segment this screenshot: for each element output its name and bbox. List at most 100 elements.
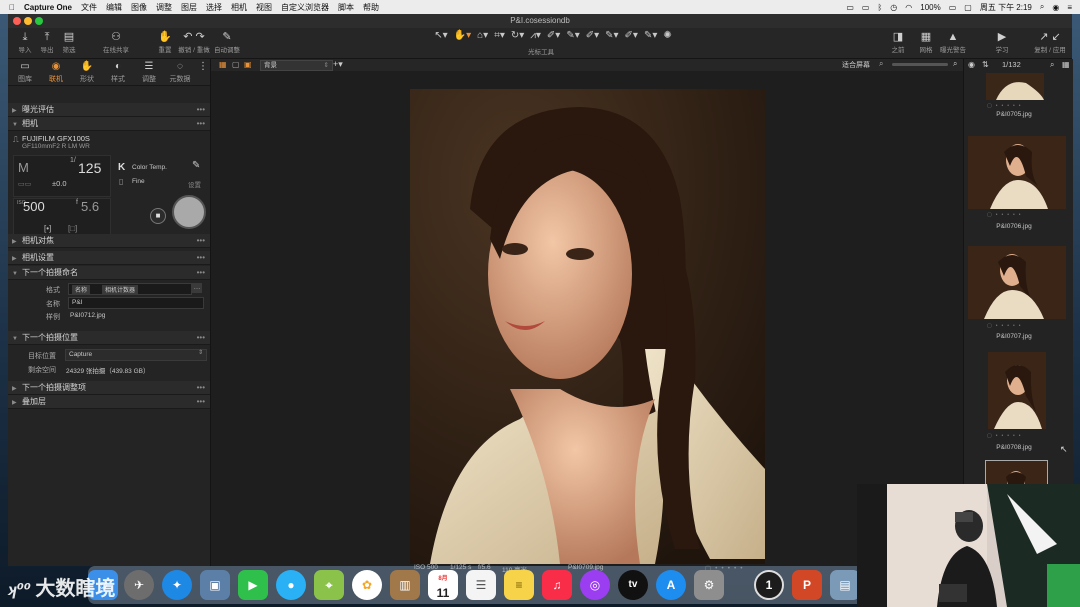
zoom-slider[interactable] [892,63,948,66]
annotate-cursor-icon[interactable]: ✎▾ [644,30,657,44]
thumbnail-rating[interactable]: ▢••••• [987,103,1057,109]
format-token-name[interactable]: 名称 [72,285,91,294]
shutter-value[interactable]: 125 [78,160,101,176]
wifi-icon[interactable]: ◠ [905,3,912,12]
minimize-window-button[interactable] [24,17,32,25]
tab-capture[interactable]: ◉ 联机 [42,61,70,84]
section-camera[interactable]: ▼ 相机 ••• [8,117,210,131]
facetime-icon[interactable]: ▶ [238,570,268,600]
loupe-cursor-icon[interactable]: ⌂▾ [477,30,488,44]
menu-layers[interactable]: 图层 [181,2,197,13]
capture-shutter-button[interactable] [172,195,206,229]
reset-button[interactable]: ✋ 重置 [154,30,176,54]
capture-one-icon[interactable]: 1 [754,570,784,600]
tab-metadata[interactable]: ◌ 元数据 [166,61,194,84]
browser-search-icon[interactable]: ⌕ [1050,60,1054,70]
before-button[interactable]: ◨ 之前 [884,30,912,54]
iso-value[interactable]: 500 [23,199,45,214]
search-icon[interactable]: ⌕ [953,59,957,69]
thumbnail-5-selected[interactable] [985,460,1048,486]
calendar-icon[interactable]: 8月 11 [428,570,458,600]
tab-library[interactable]: ▭ 图库 [11,61,39,84]
section-next-adjust[interactable]: ▶ 下一个拍摄调整项 ••• [8,381,210,395]
brush-cursor-icon[interactable]: ✎▾ [566,30,579,44]
maps-icon[interactable]: ⌖ [314,570,344,600]
eye-icon[interactable]: ◉ [968,60,975,69]
copy-apply-button[interactable]: ↗ ↙ 复制 / 应用 [1032,30,1068,54]
thumbnail-3[interactable] [968,246,1066,319]
menu-adjust[interactable]: 调整 [156,2,172,13]
preview-icon[interactable]: ▣ [200,570,230,600]
app-menu[interactable]: Capture One [24,3,72,12]
section-next-location[interactable]: ▼ 下一个拍摄位置 ••• [8,331,210,345]
menu-camera[interactable]: 相机 [231,2,247,13]
more-icon[interactable]: ••• [197,234,205,247]
picker-cursor-icon[interactable]: ✐▾ [547,30,560,44]
eyedropper-icon[interactable]: ✎ [192,160,200,171]
drive-mode-icon[interactable]: [•] [44,224,51,233]
clock[interactable]: 周五 下午 2:19 [980,2,1032,13]
menu-help[interactable]: 帮助 [363,2,379,13]
heal-cursor-icon[interactable]: ✐▾ [625,30,638,44]
thumbnail-rating[interactable]: ▢••••• [987,323,1057,329]
learn-button[interactable]: ▶ 学习 [988,30,1016,54]
music-icon[interactable]: ♫ [542,570,572,600]
name-field[interactable] [68,297,204,309]
timemachine-icon[interactable]: ◷ [890,3,897,12]
mode-value[interactable]: M [18,160,29,175]
menu-scripts[interactable]: 脚本 [338,2,354,13]
messages-icon[interactable]: ● [276,570,306,600]
video-record-button[interactable]: ■ [150,208,166,224]
section-camera-focus[interactable]: ▶ 相机对焦 ••• [8,234,210,248]
single-view-icon[interactable]: ▢ [232,60,240,69]
more-tabs-icon[interactable]: ⋮ [198,61,208,74]
section-exposure-eval[interactable]: ▶ 曝光评估 ••• [8,103,210,117]
close-window-button[interactable] [13,17,21,25]
view-select[interactable]: 背景 ⇕ [260,60,333,71]
app-store-icon[interactable]: A [656,570,686,600]
battery-icon[interactable]: ▭ [949,3,957,12]
select-cursor-icon[interactable]: ↖▾ [434,30,447,44]
pan-cursor-icon[interactable]: ✋▾ [454,30,471,44]
menu-custom-browser[interactable]: 自定义浏览器 [281,2,329,13]
menu-image[interactable]: 图像 [131,2,147,13]
keystone-cursor-icon[interactable]: ⩘▾ [530,30,541,44]
ev-value[interactable]: ±0.0 [52,179,67,188]
more-icon[interactable]: ••• [197,117,205,130]
rotate-cursor-icon[interactable]: ↻▾ [511,30,524,44]
bluetooth-icon[interactable]: ᛒ [877,3,882,12]
notes-icon[interactable]: ≡ [504,570,534,600]
filmstrip-view-icon[interactable]: ▣ [244,60,252,69]
white-balance-value[interactable]: Color Temp. [132,164,167,171]
screen-icon[interactable]: ▭ [846,3,854,12]
control-center-icon[interactable]: ≡ [1067,3,1072,12]
section-camera-settings[interactable]: ▶ 相机设置 ••• [8,251,210,265]
quality-value[interactable]: Fine [132,178,145,185]
input-method-icon[interactable]: ▢ [964,3,972,12]
powerpoint-icon[interactable]: P [792,570,822,600]
launchpad-icon[interactable]: ✈ [124,570,154,600]
system-preferences-icon[interactable]: ⚙ [694,570,724,600]
more-icon[interactable]: ••• [197,331,205,344]
thumbnail-4[interactable] [988,352,1046,429]
more-icon[interactable]: ••• [197,266,205,279]
thumbnail-rating[interactable]: ▢••••• [987,212,1057,218]
thumbnail-rating[interactable]: ▢••••• [987,433,1057,439]
tab-adjust[interactable]: ☰ 调整 [135,61,163,84]
auto-adjust-button[interactable]: ✎ 自动调整 [212,30,242,54]
import-button[interactable]: ⤓ 导入 [14,30,36,54]
menu-select[interactable]: 选择 [206,2,222,13]
more-icon[interactable]: ••• [197,103,205,116]
thumbnail-2[interactable] [968,136,1066,209]
fit-screen-label[interactable]: 适合屏幕 [842,60,870,70]
section-overlay[interactable]: ▶ 叠加层 ••• [8,395,210,409]
focus-mode-icon[interactable]: [□] [68,224,77,233]
share-button[interactable]: ⚇ 在线共享 [98,30,134,54]
photos-icon[interactable]: ✿ [352,570,382,600]
display-icon[interactable]: ▭ [862,3,870,12]
crop-cursor-icon[interactable]: ⌗▾ [494,30,505,44]
exposure-warning-button[interactable]: ▲ 曝光警告 [938,30,968,54]
spotlight-icon[interactable]: ⌕ [1040,2,1044,12]
reminders-icon[interactable]: ☰ [466,570,496,600]
tv-icon[interactable]: tv [618,570,648,600]
